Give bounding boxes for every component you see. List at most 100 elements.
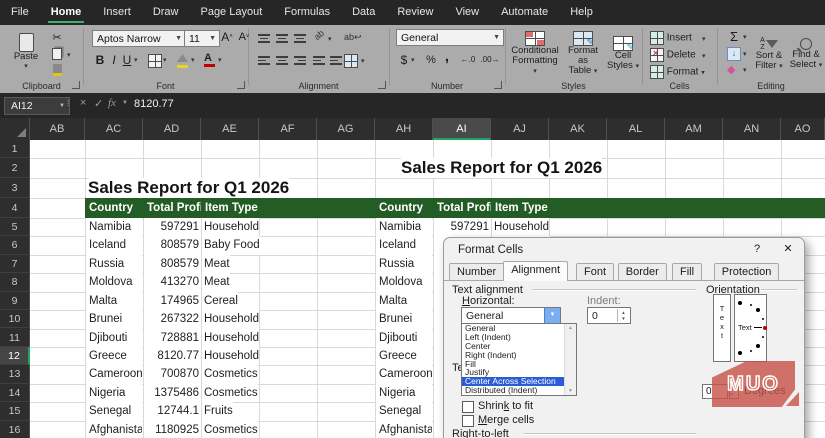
cell-country[interactable]: Moldova xyxy=(86,273,142,292)
cell-country[interactable]: Namibia xyxy=(376,218,432,237)
dialog-tab-font[interactable]: Font xyxy=(576,263,615,281)
dialog-tab-fill[interactable]: Fill xyxy=(672,263,703,281)
column-header-AM[interactable]: AM xyxy=(665,118,723,140)
format-cells-button[interactable]: Format ▾ xyxy=(650,65,705,79)
dialog-tab-border[interactable]: Border xyxy=(617,263,667,281)
tab-insert[interactable]: Insert xyxy=(92,0,142,25)
underline-button[interactable]: U xyxy=(121,52,133,67)
table-header-cell[interactable]: Item Type xyxy=(205,198,275,218)
close-button[interactable]: ✕ xyxy=(780,242,796,255)
row-header-1[interactable]: 1 xyxy=(0,140,30,158)
dialog-tab-protection[interactable]: Protection xyxy=(713,263,780,281)
insert-cells-button[interactable]: Insert xyxy=(650,31,692,45)
cell-profit[interactable]: 413270 xyxy=(144,273,201,292)
italic-button[interactable]: I xyxy=(109,52,119,67)
cell-country[interactable]: Brunei xyxy=(86,310,142,329)
cell-item-type[interactable]: Meat xyxy=(202,254,230,274)
cell-country[interactable]: Moldova xyxy=(376,273,432,292)
font-name-combo[interactable]: Aptos Narrow ▼ xyxy=(92,30,186,47)
chevron-down-icon[interactable]: ▾ xyxy=(702,35,706,43)
copy-button[interactable] xyxy=(50,47,64,61)
dial-dot[interactable] xyxy=(738,351,742,355)
right-sheet-title[interactable]: Sales Report for Q1 2026 xyxy=(401,158,603,178)
formula-value[interactable]: 8120.77 xyxy=(134,98,174,110)
cell-profit[interactable]: 12744.1 xyxy=(144,402,201,421)
row-header-8[interactable]: 8 xyxy=(0,273,30,292)
cell-profit[interactable]: 808579 xyxy=(144,254,201,274)
decrease-font-button[interactable]: A ˅ xyxy=(236,29,252,45)
horizontal-dropdown-list[interactable]: ▲ ▼ General Left (Indent) Center Right (Ind… xyxy=(461,323,577,396)
comma-style-button[interactable]: , xyxy=(442,48,452,65)
cell-item-type[interactable]: Meat xyxy=(202,273,230,292)
cell-profit[interactable]: 597291 xyxy=(144,218,201,237)
cell-profit[interactable]: 728881 xyxy=(144,328,201,347)
column-header-AI[interactable]: AI xyxy=(433,118,491,140)
dropdown-scrollbar[interactable]: ▲ ▼ xyxy=(564,324,576,395)
table-header-cell[interactable]: Total Profi xyxy=(147,198,201,218)
option-distributed-indent-[interactable]: Distributed (Indent) xyxy=(462,386,567,395)
orientation-dial[interactable]: Text xyxy=(734,294,767,362)
chevron-down-icon[interactable]: ▾ xyxy=(134,56,138,64)
cancel-icon[interactable]: × xyxy=(80,97,86,109)
cell-country[interactable]: Senegal xyxy=(376,402,432,421)
merge-cells-checkbox[interactable] xyxy=(462,415,474,427)
row-header-3[interactable]: 3 xyxy=(0,178,30,198)
align-left-button[interactable] xyxy=(258,54,270,70)
clipboard-dialog-launcher[interactable] xyxy=(72,81,80,89)
cell-country[interactable]: Djibouti xyxy=(376,328,432,347)
cell-country[interactable]: Iceland xyxy=(376,236,432,255)
borders-button[interactable] xyxy=(148,54,162,71)
cell-country[interactable]: Greece xyxy=(86,346,142,366)
column-header-AB[interactable]: AB xyxy=(30,118,85,140)
left-sheet-title[interactable]: Sales Report for Q1 2026 xyxy=(88,178,290,198)
font-size-combo[interactable]: 11 ▼ xyxy=(184,30,220,47)
column-header-AG[interactable]: AG xyxy=(317,118,375,140)
cell-profit[interactable]: 174965 xyxy=(144,291,201,311)
cell-country[interactable]: Senegal xyxy=(86,402,142,421)
cell-country[interactable]: Nigeria xyxy=(376,383,432,403)
row-header-13[interactable]: 13 xyxy=(0,365,30,384)
row-header-11[interactable]: 11 xyxy=(0,328,30,347)
column-header-AN[interactable]: AN xyxy=(723,118,781,140)
column-header-AO[interactable]: AO xyxy=(781,118,825,140)
row-header-6[interactable]: 6 xyxy=(0,236,30,255)
combo-arrow-icon[interactable]: ▼ xyxy=(544,308,560,323)
row-header-4[interactable]: 4 xyxy=(0,198,30,218)
select-all-button[interactable] xyxy=(0,118,30,140)
chevron-down-icon[interactable]: ▾ xyxy=(67,51,71,59)
merge-cells-label[interactable]: Merge cells xyxy=(478,414,534,426)
cell-country[interactable]: Malta xyxy=(86,291,142,311)
autosum-button[interactable]: Σ xyxy=(726,29,742,44)
tab-review[interactable]: Review xyxy=(386,0,444,25)
percent-style-button[interactable]: % xyxy=(424,52,438,67)
column-header-AL[interactable]: AL xyxy=(607,118,665,140)
accounting-format-button[interactable]: $ xyxy=(398,52,410,67)
chevron-down-icon[interactable]: ▾ xyxy=(191,56,195,64)
table-header-cell[interactable]: Country xyxy=(379,198,437,218)
cell-country[interactable]: Afghanista xyxy=(376,420,432,438)
cell-country[interactable]: Brunei xyxy=(376,310,432,329)
font-dialog-launcher[interactable] xyxy=(237,81,245,89)
sort-filter-button[interactable]: AZ Sort & Filter ▾ xyxy=(752,28,786,80)
find-select-button[interactable]: Find & Select ▾ xyxy=(788,28,824,80)
cell-profit[interactable]: 1180925 xyxy=(144,420,201,438)
cell-profit[interactable]: 597291 xyxy=(434,218,491,237)
column-header-AF[interactable]: AF xyxy=(259,118,317,140)
chevron-down-icon[interactable]: ▾ xyxy=(411,56,415,64)
alignment-dialog-launcher[interactable] xyxy=(378,81,386,89)
tab-draw[interactable]: Draw xyxy=(142,0,190,25)
dial-dot[interactable] xyxy=(755,343,760,348)
row-header-14[interactable]: 14 xyxy=(0,383,30,403)
chevron-down-icon[interactable]: ▾ xyxy=(163,56,167,64)
column-header-AC[interactable]: AC xyxy=(85,118,143,140)
number-format-combo[interactable]: General ▼ xyxy=(396,29,504,46)
cell-country[interactable]: Russia xyxy=(376,254,432,274)
cell-item-type[interactable]: Fruits xyxy=(202,402,233,421)
dial-dot[interactable] xyxy=(762,317,765,320)
option-right-indent-[interactable]: Right (Indent) xyxy=(462,350,567,360)
chevron-down-icon[interactable]: ▾ xyxy=(743,33,747,41)
clear-button[interactable]: ◆ xyxy=(727,63,735,76)
chevron-down-icon[interactable]: ▾ xyxy=(743,50,747,58)
orientation-button[interactable]: ab xyxy=(312,28,326,42)
name-box[interactable]: AI12 ▼ xyxy=(4,97,70,115)
